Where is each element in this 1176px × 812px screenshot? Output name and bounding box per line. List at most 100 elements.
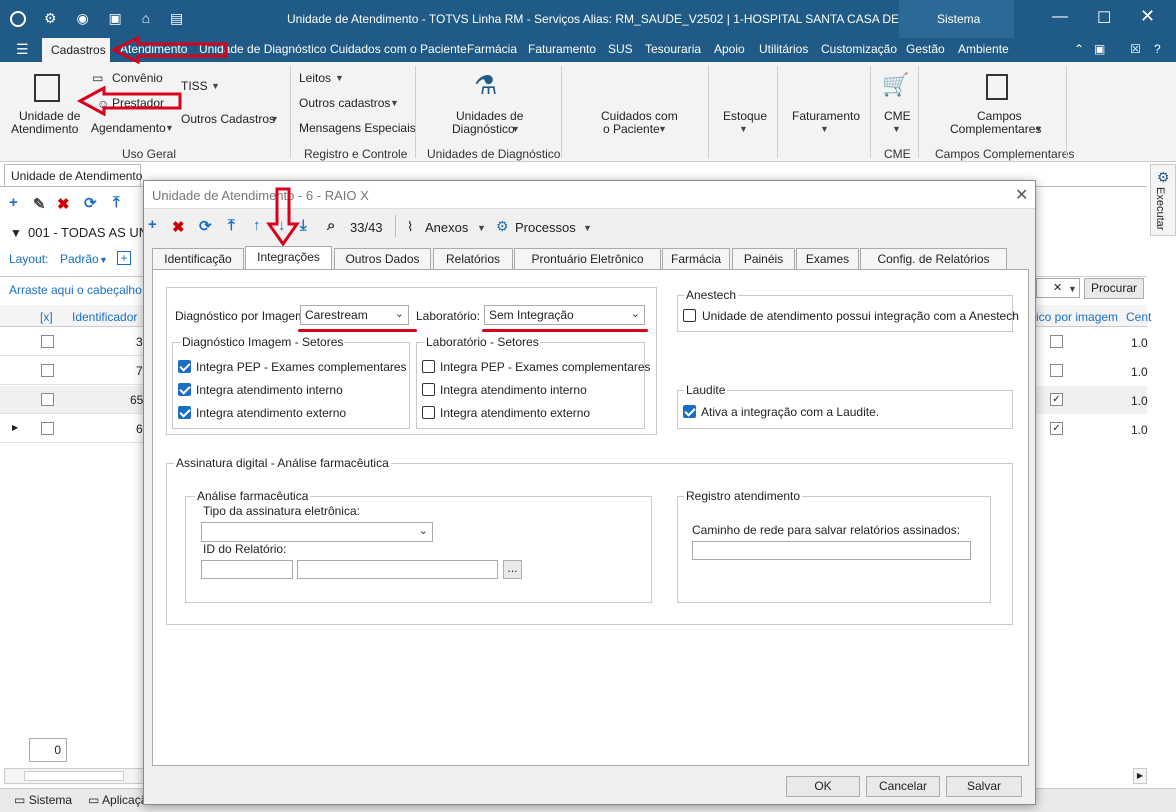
add-layout-icon[interactable]: + [117, 251, 131, 265]
ribbon-unidades-diagnostico[interactable]: Unidades de [456, 109, 523, 123]
menu-faturamento[interactable]: Faturamento [528, 42, 596, 56]
close-tab-icon[interactable]: ☒ [1130, 42, 1141, 56]
tipo-assinatura-select[interactable]: ⌄ [201, 522, 433, 542]
ribbon-faturamento[interactable]: Faturamento [792, 109, 860, 123]
menu-utilitarios[interactable]: Utilitários [759, 42, 808, 56]
menu-farmacia[interactable]: Farmácia [467, 42, 517, 56]
tab-relatorios[interactable]: Relatórios [433, 248, 513, 269]
ribbon-collapse-icon[interactable]: ⌃ [1074, 42, 1084, 56]
layout-icon[interactable]: ▣ [1094, 42, 1105, 56]
row-checkbox[interactable] [41, 335, 54, 348]
diag-atendimento-interno-checkbox[interactable] [178, 383, 191, 396]
save-button[interactable]: Salvar [946, 776, 1022, 797]
col-diagnostico-imagem[interactable]: ico por imagem [1036, 310, 1118, 324]
refresh-icon[interactable]: ⟳ [84, 194, 97, 212]
tab-farmacia[interactable]: Farmácia [662, 248, 730, 269]
system-tab[interactable]: Sistema [899, 0, 1014, 38]
search-field[interactable]: ✕ ▼ [1036, 278, 1080, 298]
ribbon-unidade-atendimento[interactable]: Unidade de [19, 109, 80, 123]
ribbon-mensagens[interactable]: Mensagens Especiais [299, 121, 416, 135]
help-icon[interactable]: ? [1154, 42, 1161, 56]
tab-outros-dados[interactable]: Outros Dados [334, 248, 431, 269]
close-icon[interactable]: ✕ [1140, 6, 1155, 27]
add-icon[interactable]: + [148, 216, 157, 233]
edit-icon[interactable]: ✎ [33, 195, 46, 213]
table-row[interactable]: 3 [0, 328, 143, 356]
horizontal-scrollbar[interactable] [4, 768, 145, 784]
menu-cuidados[interactable]: Cuidados com o Paciente [330, 42, 467, 56]
ribbon-cme[interactable]: CME [884, 109, 911, 123]
delete-icon[interactable]: ✖ [57, 195, 70, 213]
ribbon-outros-cadastros[interactable]: Outros Cadastros [181, 112, 275, 126]
vertical-scrollbar[interactable]: ▶ [1133, 768, 1147, 784]
procurar-button[interactable]: Procurar [1084, 278, 1144, 299]
col-identificador[interactable]: Identificador [72, 310, 137, 324]
diagnostico-select[interactable]: Carestream ⌄ [300, 305, 409, 325]
filter-icon[interactable]: ▼ [10, 226, 22, 240]
maximize-icon[interactable]: ☐ [1097, 8, 1111, 28]
first-record-icon[interactable]: ⤒ [113, 194, 120, 211]
menu-ambiente[interactable]: Ambiente [958, 42, 1009, 56]
caminho-input[interactable] [692, 541, 971, 560]
status-sistema[interactable]: ▭ Sistema [14, 793, 72, 807]
refresh-icon[interactable]: ⟳ [199, 217, 212, 235]
ribbon-agendamento[interactable]: Agendamento [91, 121, 166, 135]
ribbon-cuidados[interactable]: Cuidados com [601, 109, 678, 123]
col-centro[interactable]: Cent [1126, 310, 1151, 324]
diag-atendimento-externo-checkbox[interactable] [178, 406, 191, 419]
search-icon[interactable]: ⌕ [327, 217, 335, 234]
menu-gestao[interactable]: Gestão [906, 42, 945, 56]
ribbon-campos[interactable]: Campos [977, 109, 1022, 123]
pager-input[interactable]: 0 [29, 738, 67, 762]
ribbon-outros-cadastros-2[interactable]: Outros cadastros [299, 96, 390, 110]
ok-button[interactable]: OK [786, 776, 860, 797]
processos-menu[interactable]: Processos [515, 220, 576, 235]
diag-integra-pep-checkbox[interactable] [178, 360, 191, 373]
menu-customizacao[interactable]: Customização [821, 42, 897, 56]
cancel-button[interactable]: Cancelar [866, 776, 940, 797]
ribbon-estoque[interactable]: Estoque [723, 109, 767, 123]
browse-button[interactable]: ... [503, 560, 522, 579]
minimize-icon[interactable]: — [1052, 8, 1068, 26]
dialog-close-icon[interactable]: ✕ [1015, 185, 1028, 205]
tab-paineis[interactable]: Painéis [732, 248, 795, 269]
layout-select[interactable]: Padrão [60, 252, 99, 266]
ribbon-leitos[interactable]: Leitos [299, 71, 331, 85]
id-relatorio-input[interactable] [201, 560, 293, 579]
lab-atendimento-interno-checkbox[interactable] [422, 383, 435, 396]
row-checkbox[interactable] [41, 422, 54, 435]
table-row[interactable]: ▶ 6 [0, 415, 143, 443]
menu-toggle-icon[interactable]: ☰ [16, 41, 29, 58]
executar-panel[interactable]: ⚙ Executar [1150, 164, 1176, 236]
table-row[interactable]: 7 [0, 357, 143, 385]
tab-config-relatorios[interactable]: Config. de Relatórios [860, 248, 1007, 269]
relatorio-name-input[interactable] [297, 560, 498, 579]
col-select[interactable]: [x] [40, 310, 53, 324]
anexos-menu[interactable]: Anexos [425, 220, 468, 235]
quick-access-icons[interactable]: ⚙ ◉ ▣ ⌂ ▤ [44, 10, 191, 27]
tab-identificacao[interactable]: Identificação [152, 248, 244, 269]
row-checkbox[interactable] [41, 364, 54, 377]
ribbon-convenio[interactable]: Convênio [112, 71, 163, 85]
table-row[interactable]: 65 [0, 386, 143, 414]
first-record-icon[interactable]: ⤒ [228, 217, 235, 234]
lab-integra-pep-checkbox[interactable] [422, 360, 435, 373]
add-icon[interactable]: + [9, 194, 18, 211]
laboratorio-select[interactable]: Sem Integração ⌄ [484, 305, 645, 325]
tab-integracoes[interactable]: Integrações [245, 246, 332, 269]
lab-atendimento-externo-checkbox[interactable] [422, 406, 435, 419]
menu-sus[interactable]: SUS [608, 42, 633, 56]
last-record-icon[interactable]: ⤓ [300, 217, 307, 234]
document-tab[interactable]: Unidade de Atendimento [4, 164, 142, 186]
clear-icon[interactable]: ✕ [1053, 281, 1062, 294]
laudite-checkbox[interactable] [683, 405, 696, 418]
menu-apoio[interactable]: Apoio [714, 42, 745, 56]
tab-prontuario[interactable]: Prontuário Eletrônico [514, 248, 661, 269]
row-checkbox[interactable] [41, 393, 54, 406]
tab-exames[interactable]: Exames [796, 248, 859, 269]
filter-name[interactable]: 001 - TODAS AS UN [28, 225, 148, 240]
menu-tesouraria[interactable]: Tesouraria [645, 42, 701, 56]
previous-record-icon[interactable]: ↑ [253, 217, 261, 234]
anestech-checkbox[interactable] [683, 309, 696, 322]
menu-cadastros[interactable]: Cadastros [42, 38, 110, 62]
